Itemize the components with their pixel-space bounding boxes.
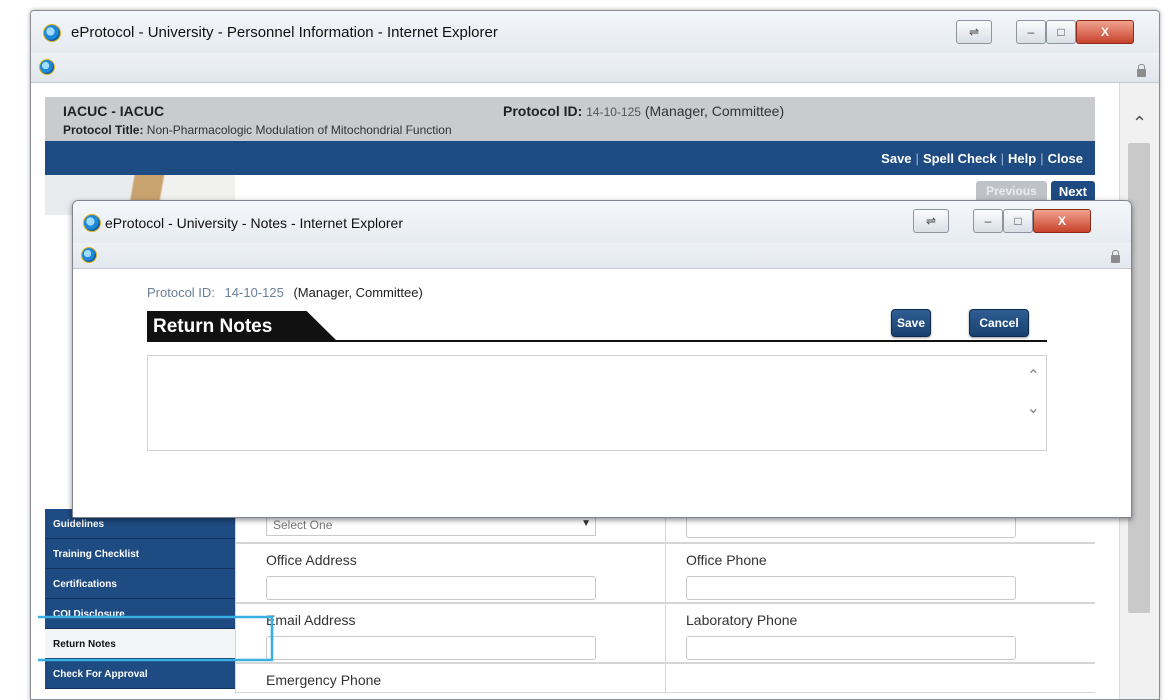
form-cell: Office Phone	[665, 544, 1095, 604]
notes-protocol-role: (Manager, Committee)	[293, 285, 423, 300]
close-button[interactable]: X	[1033, 209, 1091, 233]
chevron-down-icon: ▼	[581, 518, 591, 529]
personnel-window-title: eProtocol - University - Personnel Infor…	[71, 24, 498, 41]
site-icon	[81, 247, 97, 263]
nav-item-training-checklist[interactable]: Training Checklist	[45, 539, 235, 569]
email-address-field[interactable]	[266, 636, 596, 660]
notes-page: Protocol ID: 14-10-125 (Manager, Committ…	[73, 269, 1131, 517]
return-notes-textarea[interactable]: ⌃ ⌄	[147, 355, 1047, 451]
protocol-title: Non-Pharmacologic Modulation of Mitochon…	[146, 123, 452, 137]
minimize-button[interactable]: –	[1016, 20, 1046, 44]
lock-icon	[1137, 64, 1146, 77]
form-row: Email Address Laboratory Phone	[235, 603, 1095, 664]
personnel-address-bar	[31, 53, 1159, 83]
scroll-up-icon[interactable]: ⌃	[1132, 113, 1147, 134]
protocol-id-line: Protocol ID: 14-10-125 (Manager, Committ…	[503, 103, 784, 119]
notes-window-title-bar[interactable]: eProtocol - University - Notes - Interne…	[73, 201, 1131, 243]
ie-logo-icon	[83, 214, 101, 232]
separator: |	[1040, 151, 1044, 166]
spell-check-link[interactable]: Spell Check	[923, 151, 997, 166]
page-navigation: Previous Next	[976, 181, 1095, 202]
protocol-role: (Manager, Committee)	[644, 103, 785, 119]
left-navigation: Guidelines Training Checklist Certificat…	[45, 509, 235, 689]
close-link[interactable]: Close	[1048, 151, 1083, 166]
protocol-id-value: 14-10-125	[586, 105, 641, 119]
notes-window-title: eProtocol - University - Notes - Interne…	[105, 215, 403, 231]
laboratory-phone-label: Laboratory Phone	[686, 612, 798, 628]
site-icon	[39, 59, 55, 75]
notes-protocol-id-value: 14-10-125	[224, 285, 284, 300]
notes-protocol-id-label: Protocol ID:	[147, 285, 215, 300]
restore-icon[interactable]: ⇌	[956, 20, 992, 44]
personnel-form: Select One ▼ Office Address Office Phone	[235, 509, 1095, 694]
notes-address-bar	[73, 243, 1131, 269]
next-button[interactable]: Next	[1050, 181, 1095, 202]
protocol-title-line: Protocol Title: Non-Pharmacologic Modula…	[63, 123, 452, 137]
protocol-title-label: Protocol Title:	[63, 123, 144, 137]
maximize-button[interactable]: □	[1003, 209, 1033, 233]
form-cell: Email Address	[235, 604, 665, 664]
nav-item-return-notes[interactable]: Return Notes	[45, 629, 235, 659]
help-link[interactable]: Help	[1008, 151, 1036, 166]
nav-item-certifications[interactable]: Certifications	[45, 569, 235, 599]
separator: |	[1000, 151, 1005, 166]
return-notes-heading: Return Notes	[147, 311, 337, 341]
nav-item-coi-disclosure[interactable]: COI Disclosure	[45, 599, 235, 629]
maximize-button[interactable]: □	[1046, 20, 1076, 44]
office-address-label: Office Address	[266, 552, 357, 568]
laboratory-phone-field[interactable]	[686, 636, 1016, 660]
lock-icon	[1111, 250, 1120, 263]
form-cell: Office Address	[235, 544, 665, 604]
restore-icon[interactable]: ⇌	[913, 209, 949, 233]
minimize-button[interactable]: –	[973, 209, 1003, 233]
protocol-header: IACUC - IACUC Protocol Title: Non-Pharma…	[45, 97, 1095, 141]
form-cell	[665, 664, 1095, 694]
protocol-id-label: Protocol ID:	[503, 103, 583, 119]
personnel-window-title-bar[interactable]: eProtocol - University - Personnel Infor…	[31, 11, 1159, 53]
role-select-value: Select One	[273, 518, 333, 532]
form-cell: Laboratory Phone	[665, 604, 1095, 664]
email-address-label: Email Address	[266, 612, 356, 628]
office-phone-label: Office Phone	[686, 552, 767, 568]
previous-button[interactable]: Previous	[976, 181, 1047, 202]
notes-protocol-id: Protocol ID: 14-10-125 (Manager, Committ…	[147, 285, 423, 300]
action-bar: Save | Spell Check | Help | Close	[45, 141, 1095, 175]
form-row: Office Address Office Phone	[235, 543, 1095, 604]
ie-logo-icon	[43, 24, 61, 42]
close-button[interactable]: X	[1076, 20, 1134, 44]
heading-underline	[147, 340, 1047, 342]
notes-window: eProtocol - University - Notes - Interne…	[72, 200, 1132, 518]
nav-item-check-for-approval[interactable]: Check For Approval	[45, 659, 235, 689]
save-button[interactable]: Save	[891, 309, 931, 337]
office-phone-field[interactable]	[686, 576, 1016, 600]
emergency-phone-label: Emergency Phone	[266, 672, 382, 688]
office-address-field[interactable]	[266, 576, 596, 600]
save-link[interactable]: Save	[881, 151, 911, 166]
separator: |	[915, 151, 919, 166]
textarea-scroll-down-icon[interactable]: ⌄	[1027, 398, 1040, 418]
action-links: Save | Spell Check | Help | Close	[881, 151, 1083, 166]
textarea-scroll-up-icon[interactable]: ⌃	[1027, 366, 1040, 386]
form-row: Emergency Phone	[235, 663, 1095, 694]
committee-name: IACUC - IACUC	[63, 103, 165, 119]
cancel-button[interactable]: Cancel	[969, 309, 1029, 337]
form-cell: Emergency Phone	[235, 664, 665, 694]
